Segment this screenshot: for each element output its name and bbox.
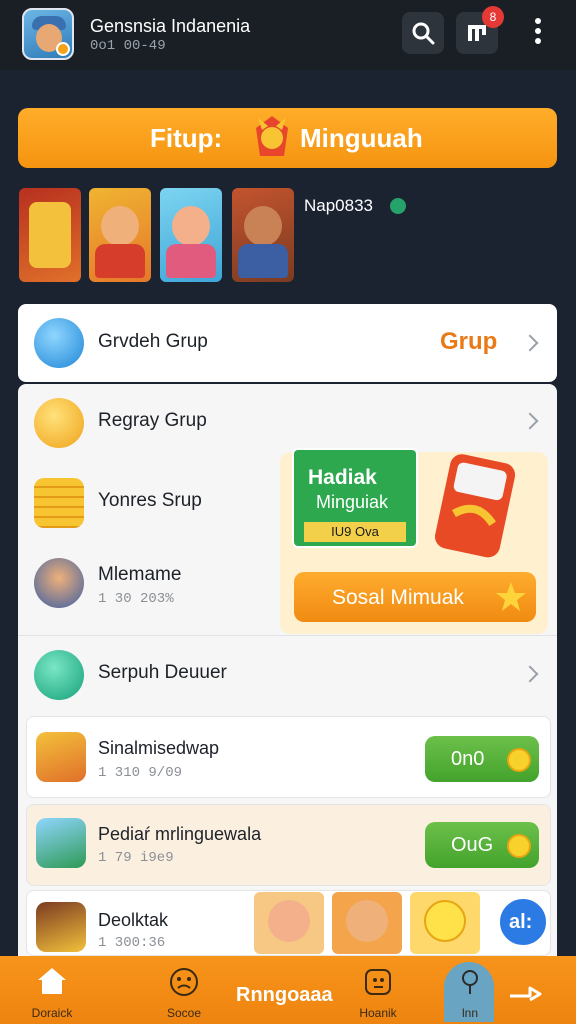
app-header: Gensnsia Indanenia 0o1 00-49 8 [0, 0, 576, 70]
coin-icon [34, 398, 84, 448]
regray-row-label[interactable]: Regray Grup [98, 410, 207, 432]
thumbnail-girl[interactable] [160, 188, 222, 282]
coin-stack-icon [34, 478, 84, 528]
nav-lnn[interactable]: lnn [438, 956, 502, 1024]
app-title: Gensnsia Indanenia [90, 16, 251, 36]
gallery-label: Nap0833 [304, 196, 374, 215]
banner-left-text: Fitup: [150, 123, 223, 153]
ticket-icon [34, 318, 84, 368]
thumbnail-worker[interactable] [89, 188, 151, 282]
emblem-icon [256, 116, 288, 156]
reward-icon [36, 732, 86, 782]
group-row-label: Grvdeh Grup [98, 331, 208, 352]
nav-home-label: Doraick [31, 1006, 73, 1020]
serpuh-row-label[interactable]: Serpuh Deuuer [98, 662, 227, 684]
treasure-icon [36, 902, 86, 952]
pedian-sub: 1 79 i9e9 [98, 850, 174, 866]
mlemame-row-label[interactable]: Mlemame [98, 564, 181, 586]
more-menu-icon[interactable] [526, 14, 550, 52]
deolktak-label: Deolktak [98, 910, 169, 930]
nav-center-label[interactable]: Rnngoaaa [236, 984, 333, 1007]
mini-emoji[interactable] [410, 892, 480, 954]
pin-icon [462, 970, 478, 994]
claim-button-label: OuG [451, 834, 494, 856]
search-icon [412, 22, 435, 45]
claim-button[interactable]: OuG [425, 822, 539, 868]
mlemame-row-sub: 1 30 203% [98, 591, 174, 607]
pedian-label: Pediaŕ mrlinguewala [98, 824, 262, 844]
gift-box-icon [434, 454, 516, 558]
thumbnail-explorer[interactable] [232, 188, 294, 282]
mini-avatar[interactable] [332, 892, 402, 954]
nav-lnn-label: lnn [461, 1006, 478, 1020]
avatar-badge [56, 42, 70, 56]
promo-subtitle: Minguiak [316, 492, 389, 512]
promo-banner[interactable]: Fitup: Minguuah [18, 108, 557, 168]
avatar[interactable] [22, 8, 74, 60]
notification-badge: 8 [482, 6, 504, 28]
star-icon [496, 582, 526, 611]
claim-button[interactable]: 0n0 [425, 736, 539, 782]
profile-icon [365, 969, 391, 995]
mini-avatar[interactable] [254, 892, 324, 954]
promo-tag: IU9 Ova [304, 522, 406, 542]
verified-icon [390, 198, 406, 214]
home-icon [38, 968, 66, 994]
sinalmisedwap-label: Sinalmisedwap [98, 738, 220, 758]
nav-socoe-label: Socoe [166, 1006, 202, 1020]
nav-socoe[interactable]: Socoe [152, 956, 216, 1024]
sinalmisedwap-sub: 1 310 9/09 [98, 765, 183, 781]
face-icon [170, 968, 198, 996]
nav-hoanik[interactable]: Hoanik [346, 956, 410, 1024]
search-button[interactable] [402, 12, 444, 54]
promo-button-label: Sosal Mimuak [332, 586, 464, 609]
coin-icon [507, 834, 531, 858]
chat-button[interactable]: al: [497, 896, 549, 948]
nav-home[interactable]: Doraick [20, 956, 84, 1024]
group-link[interactable]: Grup [440, 328, 497, 356]
ticket-green-icon [34, 650, 84, 700]
nav-hoanik-label: Hoanik [359, 1006, 397, 1020]
promo-claim-button[interactable]: Sosal Mimuak [294, 572, 536, 622]
yonres-row-label[interactable]: Yonres Srup [98, 490, 202, 512]
chat-button-label: al: [509, 911, 533, 933]
divider [18, 635, 557, 636]
character-avatar [36, 818, 86, 868]
deolktak-sub: 1 300:36 [98, 935, 166, 951]
banner-right-text: Minguuah [300, 123, 423, 153]
character-avatar [34, 558, 84, 608]
app-subtitle: 0o1 00-49 [90, 38, 166, 54]
promo-sign: Hadiak Minguiak IU9 Ova [292, 448, 418, 548]
coin-icon [507, 748, 531, 772]
claim-button-label: 0n0 [451, 748, 485, 770]
promo-title: Hadiak [308, 466, 377, 489]
share-arrow-icon[interactable] [506, 980, 542, 1004]
thumbnail-treasure[interactable] [19, 188, 81, 282]
